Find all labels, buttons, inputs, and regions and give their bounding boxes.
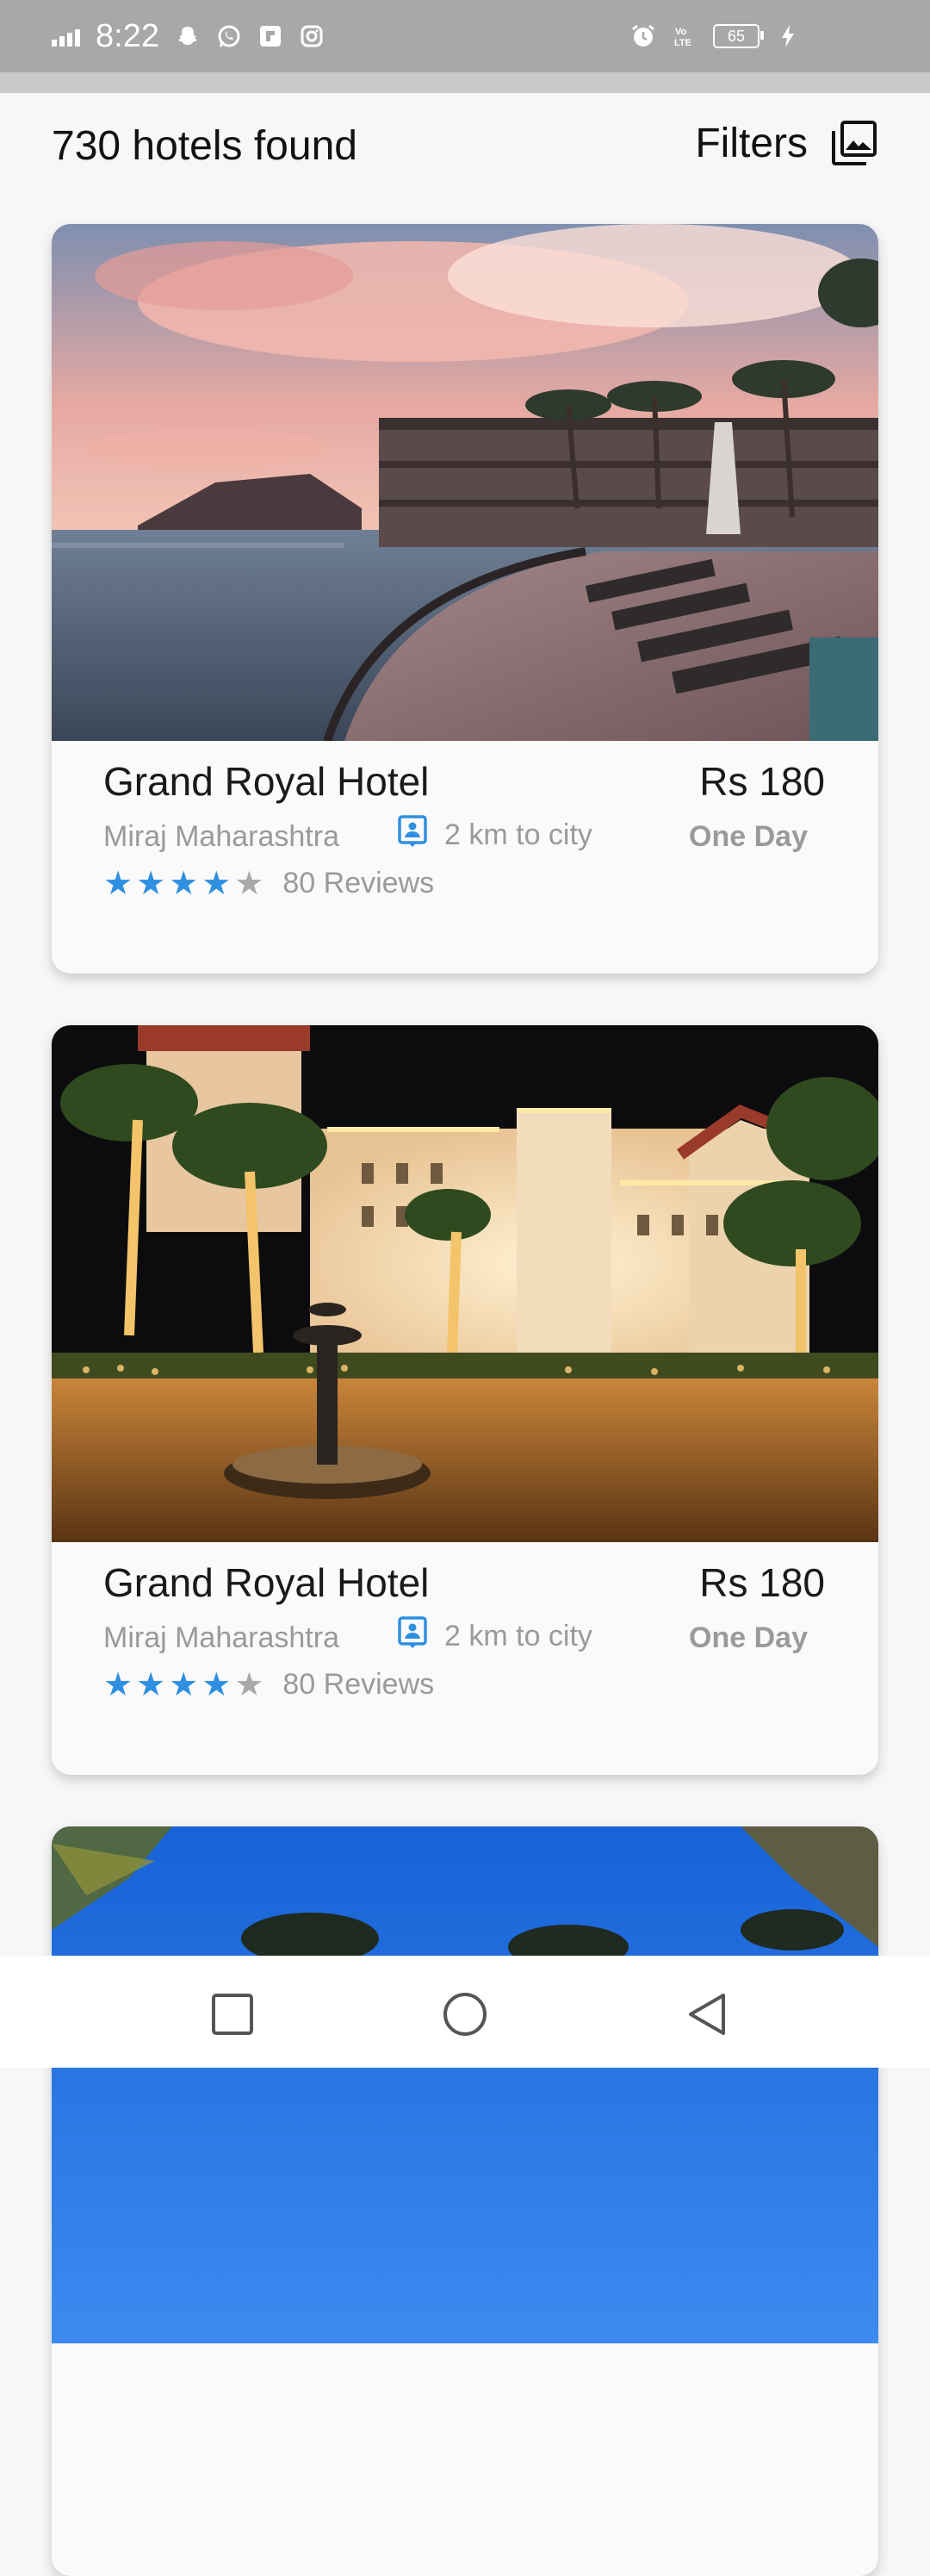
- status-bar-divider: [0, 72, 930, 93]
- hotel-image[interactable]: [52, 1826, 878, 2343]
- star-filled-icon: ★: [169, 865, 199, 902]
- hotel-distance: 2 km to city: [396, 815, 592, 856]
- hotel-reviews[interactable]: 80 Reviews: [282, 867, 434, 900]
- status-bar-right: Vo LTE 65: [630, 0, 801, 72]
- back-triangle-icon[interactable]: [682, 1990, 730, 2038]
- battery-level: 65: [727, 27, 746, 45]
- battery-icon: 65: [713, 24, 764, 48]
- map-pin-icon: [396, 1616, 429, 1657]
- hotel-duration: One Day: [689, 1621, 808, 1654]
- map-pin-icon: [396, 815, 429, 856]
- hotel-rating: ★ ★ ★ ★ ★ 80 Reviews: [103, 1668, 434, 1702]
- hotel-image[interactable]: [52, 224, 878, 741]
- star-filled-icon: ★: [103, 865, 133, 902]
- snapchat-icon: [175, 23, 201, 49]
- image-gallery-icon[interactable]: [830, 119, 878, 167]
- alarm-icon: [630, 23, 656, 49]
- whatsapp-icon: [216, 23, 242, 49]
- hotel-name: Grand Royal Hotel: [103, 1560, 430, 1605]
- hotel-card[interactable]: Grand Royal Hotel Rs 180 Miraj Maharasht…: [52, 224, 878, 974]
- hotel-distance-label: 2 km to city: [444, 818, 592, 851]
- hotel-rating: ★ ★ ★ ★ ★ 80 Reviews: [103, 867, 434, 900]
- home-circle-icon[interactable]: [441, 1990, 489, 2038]
- results-header: 730 hotels found Filters: [0, 93, 930, 205]
- hotel-location: Miraj Maharashtra: [103, 820, 339, 853]
- star-filled-icon: ★: [136, 1666, 166, 1703]
- hotel-distance-label: 2 km to city: [444, 1620, 592, 1652]
- hotel-price: Rs 180: [699, 759, 825, 804]
- status-bar: 8:22 Vo LTE 65: [0, 0, 930, 72]
- star-filled-icon: ★: [202, 865, 232, 902]
- hotel-distance: 2 km to city: [396, 1616, 592, 1657]
- svg-text:Vo: Vo: [675, 27, 687, 37]
- hotel-name: Grand Royal Hotel: [103, 759, 430, 804]
- signal-icon: [52, 26, 80, 47]
- star-filled-icon: ★: [136, 865, 166, 902]
- star-rating: ★ ★ ★ ★ ★: [103, 868, 264, 900]
- star-empty-icon: ★: [234, 865, 264, 902]
- flipboard-icon: [257, 23, 283, 49]
- star-filled-icon: ★: [169, 1666, 199, 1703]
- filters-label: Filters: [695, 120, 808, 166]
- system-nav-bar: [0, 1956, 930, 2068]
- hotel-image[interactable]: [52, 1025, 878, 1542]
- instagram-icon: [299, 23, 325, 49]
- hotel-duration: One Day: [689, 820, 808, 853]
- star-filled-icon: ★: [202, 1666, 232, 1703]
- star-empty-icon: ★: [234, 1666, 264, 1703]
- star-rating: ★ ★ ★ ★ ★: [103, 1669, 264, 1702]
- star-filled-icon: ★: [103, 1666, 133, 1703]
- hotel-price: Rs 180: [699, 1560, 825, 1605]
- svg-text:LTE: LTE: [674, 38, 691, 48]
- filters-button[interactable]: Filters: [695, 119, 878, 167]
- volte-icon: Vo LTE: [672, 23, 698, 49]
- hotel-card[interactable]: Grand Royal Hotel Rs 180 Miraj Maharasht…: [52, 1025, 878, 1775]
- hotel-location: Miraj Maharashtra: [103, 1621, 339, 1654]
- status-time: 8:22: [96, 17, 159, 54]
- recents-square-icon[interactable]: [208, 1990, 257, 2038]
- hotel-card[interactable]: [52, 1826, 878, 2576]
- charging-icon: [775, 23, 801, 49]
- results-count-title: 730 hotels found: [52, 123, 357, 169]
- hotel-reviews[interactable]: 80 Reviews: [282, 1668, 434, 1702]
- status-bar-left: 8:22: [52, 0, 325, 72]
